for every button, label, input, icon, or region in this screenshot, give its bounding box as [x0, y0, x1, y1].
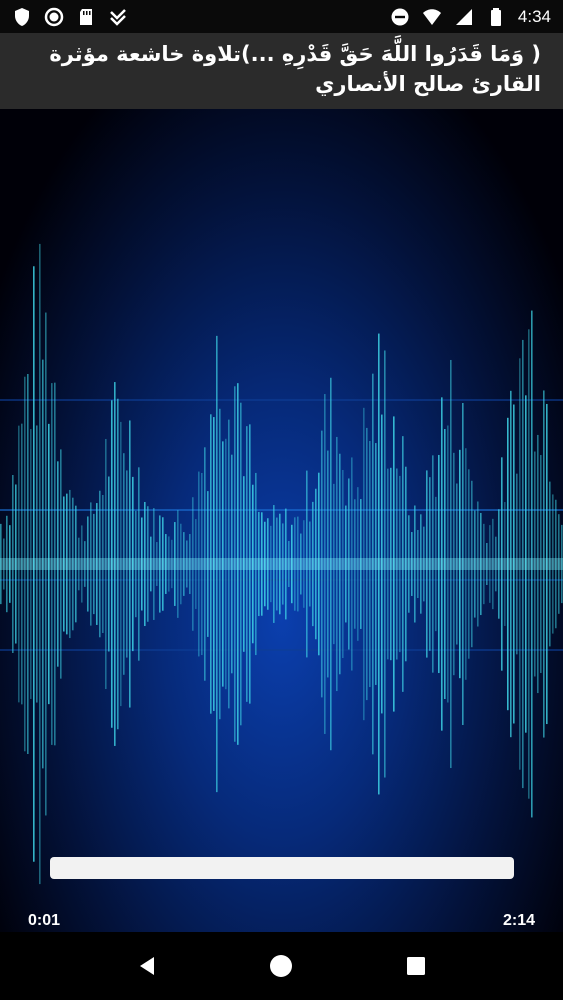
wifi-icon: [422, 8, 441, 25]
home-button[interactable]: [261, 946, 301, 986]
navigation-bar: [0, 932, 563, 1000]
status-icons-left: [12, 7, 128, 27]
sd-card-icon: [80, 8, 92, 25]
recents-square-icon: [406, 957, 425, 975]
status-bar: 4:34: [0, 0, 563, 33]
seek-bar[interactable]: [50, 857, 514, 879]
shield-icon: [15, 7, 29, 26]
back-button[interactable]: [127, 946, 167, 986]
track-title: ( وَمَا قَدَرُوا اللَّهَ حَقَّ قَدْرِهِ …: [49, 42, 541, 96]
home-circle-icon: [270, 955, 293, 977]
recents-button[interactable]: [396, 946, 436, 986]
title-bar: ( وَمَا قَدَرُوا اللَّهَ حَقَّ قَدْرِهِ …: [0, 33, 563, 109]
record-icon: [44, 7, 64, 26]
status-icons-right: 4:34: [390, 7, 551, 27]
do-not-disturb-icon: [391, 8, 409, 25]
battery-icon: [490, 7, 501, 26]
back-triangle-icon: [140, 957, 155, 975]
player-area: 0:01 2:14: [0, 109, 563, 932]
download-done-icon: [110, 8, 126, 26]
clock: 4:34: [517, 6, 551, 26]
waveform-background: [0, 243, 563, 885]
elapsed-time: 0:01: [28, 912, 61, 929]
total-duration: 2:14: [502, 912, 535, 929]
signal-icon: [455, 8, 472, 25]
